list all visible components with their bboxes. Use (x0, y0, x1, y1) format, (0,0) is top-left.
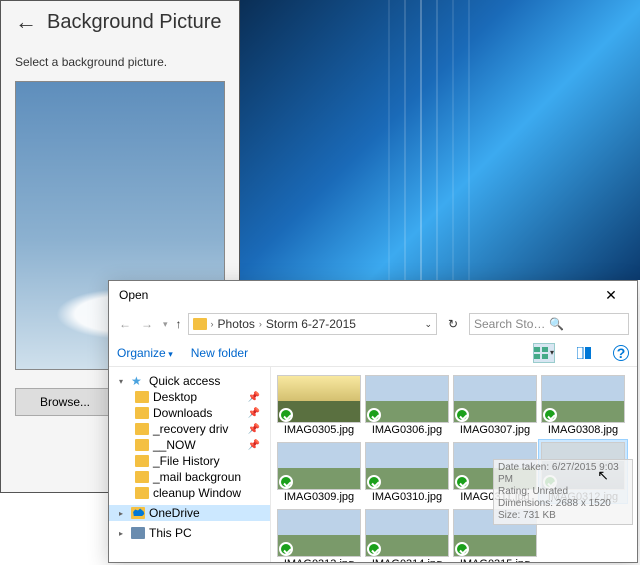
file-item[interactable]: IMAG0309.jpg (275, 440, 363, 503)
panel-subtitle: Select a background picture. (1, 37, 239, 77)
back-arrow-icon[interactable]: ← (15, 9, 37, 35)
tree-item[interactable]: _mail backgroun (109, 469, 270, 485)
tree-onedrive[interactable]: ▸OneDrive (109, 505, 270, 521)
tree-item[interactable]: _recovery driv📌 (109, 421, 270, 437)
sync-check-icon (455, 475, 469, 489)
file-item[interactable]: IMAG0306.jpg (363, 373, 451, 436)
search-placeholder: Search Storm 6-27-2015 (474, 317, 549, 331)
tree-item[interactable]: Desktop📌 (109, 389, 270, 405)
open-file-dialog: Open ✕ ← → ▾ ↑ › Photos › Storm 6-27-201… (108, 280, 638, 563)
tree-item[interactable]: cleanup Window (109, 485, 270, 501)
chevron-icon: › (211, 319, 214, 329)
tree-item[interactable]: Downloads📌 (109, 405, 270, 421)
sync-check-icon (279, 475, 293, 489)
file-list: IMAG0305.jpgIMAG0306.jpgIMAG0307.jpgIMAG… (271, 367, 637, 562)
navigation-tree: ▾★Quick access Desktop📌Downloads📌_recove… (109, 367, 271, 562)
file-tooltip: Date taken: 6/27/2015 9:03 PMRating: Unr… (493, 459, 633, 525)
file-item[interactable]: IMAG0305.jpg (275, 373, 363, 436)
sync-check-icon (367, 542, 381, 556)
file-item[interactable]: IMAG0313.jpg (275, 507, 363, 562)
breadcrumb-segment[interactable]: Photos (218, 317, 255, 331)
nav-forward-icon[interactable]: → (139, 317, 155, 331)
tree-quick-access[interactable]: ▾★Quick access (109, 373, 270, 389)
breadcrumb-segment[interactable]: Storm 6-27-2015 (266, 317, 356, 331)
refresh-icon[interactable]: ↻ (443, 317, 463, 331)
sync-check-icon (455, 408, 469, 422)
dialog-title: Open (119, 288, 591, 302)
browse-button[interactable]: Browse... (15, 388, 115, 416)
sync-check-icon (367, 408, 381, 422)
view-thumbnails-icon[interactable]: ▾ (533, 343, 555, 363)
organize-button[interactable]: Organize (117, 346, 173, 360)
help-icon[interactable]: ? (613, 345, 629, 361)
view-preview-icon[interactable] (573, 343, 595, 363)
search-icon: 🔍 (549, 317, 624, 331)
new-folder-button[interactable]: New folder (191, 346, 248, 360)
file-item[interactable]: IMAG0310.jpg (363, 440, 451, 503)
panel-title: Background Picture (47, 11, 222, 34)
nav-up-icon[interactable]: ↑ (176, 317, 182, 331)
sync-check-icon (455, 542, 469, 556)
tree-item[interactable]: __NOW📌 (109, 437, 270, 453)
sync-check-icon (543, 408, 557, 422)
nav-history-icon[interactable]: ▾ (161, 319, 170, 330)
file-item[interactable]: IMAG0314.jpg (363, 507, 451, 562)
tree-this-pc[interactable]: ▸This PC (109, 525, 270, 541)
tree-item[interactable]: _File History (109, 453, 270, 469)
sync-check-icon (279, 542, 293, 556)
address-dropdown-icon[interactable]: ⌄ (424, 319, 432, 330)
chevron-icon: › (259, 319, 262, 329)
folder-icon (193, 318, 207, 330)
search-input[interactable]: Search Storm 6-27-2015 🔍 (469, 313, 629, 335)
desktop-wallpaper (240, 0, 640, 280)
file-item[interactable]: IMAG0307.jpg (451, 373, 539, 436)
close-icon[interactable]: ✕ (591, 287, 631, 304)
sync-check-icon (279, 408, 293, 422)
sync-check-icon (367, 475, 381, 489)
address-bar[interactable]: › Photos › Storm 6-27-2015 ⌄ (188, 313, 437, 335)
nav-back-icon[interactable]: ← (117, 317, 133, 331)
file-item[interactable]: IMAG0308.jpg (539, 373, 627, 436)
